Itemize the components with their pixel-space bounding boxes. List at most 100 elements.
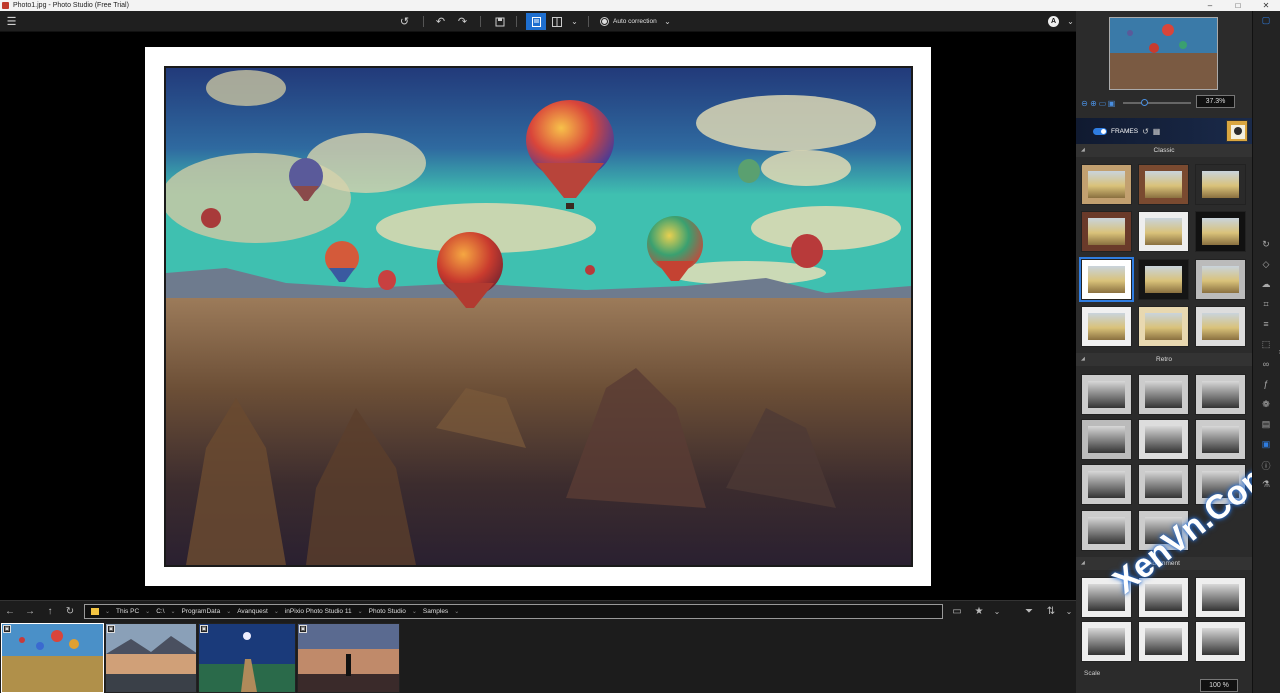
crop-icon[interactable]: ⌗ <box>1258 299 1274 310</box>
auto-correction-chevron-icon[interactable]: ⌄ <box>659 13 676 30</box>
thumbnail-balloons[interactable]: ▣ <box>1 623 104 693</box>
breadcrumb-item[interactable]: This PC <box>116 608 139 615</box>
frame-thumb[interactable] <box>1195 164 1246 205</box>
breadcrumb-item[interactable]: Photo Studio <box>369 608 406 615</box>
frame-thumb[interactable] <box>1195 464 1246 505</box>
bokeh-icon[interactable]: ❁ <box>1258 399 1274 410</box>
frame-thumb[interactable] <box>1081 306 1132 347</box>
maximize-button[interactable]: □ <box>1224 0 1252 11</box>
favorites-star-icon[interactable]: ★ <box>972 605 986 618</box>
frame-thumb[interactable] <box>1138 419 1189 460</box>
frames-tool-icon[interactable]: ▢ <box>1258 15 1274 26</box>
frame-active-icon[interactable]: ▣ <box>1258 439 1274 450</box>
frame-thumb[interactable] <box>1081 419 1132 460</box>
editing-canvas[interactable] <box>0 32 1076 600</box>
browser-toolbar: ← → ↑ ↻ ⌄ This PC ⌄ C:\ ⌄ ProgramData ⌄ … <box>0 601 1076 622</box>
user-account-button[interactable]: A <box>1045 13 1062 30</box>
frames-toggle[interactable] <box>1093 127 1107 135</box>
menu-icon[interactable]: ☰ <box>3 13 20 30</box>
zoom-value-field[interactable]: 37.3% <box>1196 95 1235 108</box>
frame-thumb[interactable] <box>1138 577 1189 618</box>
lab-icon[interactable]: ⚗ <box>1258 479 1274 490</box>
frame-thumb[interactable] <box>1081 464 1132 505</box>
section-classic-header[interactable]: ◢ Classic <box>1076 144 1252 157</box>
breadcrumb-item[interactable]: Avanquest <box>237 608 268 615</box>
zoom-slider-handle[interactable] <box>1141 99 1148 106</box>
rotate-icon[interactable]: ↻ <box>1258 239 1274 250</box>
title-bar: Photo1.jpg - Photo Studio (Free Trial) –… <box>0 0 1280 11</box>
sort-chevron-icon[interactable]: ⌄ <box>1062 605 1076 618</box>
actual-size-icon[interactable]: ▣ <box>1107 99 1116 108</box>
frame-thumb[interactable] <box>1081 164 1132 205</box>
breadcrumb-item[interactable]: C:\ <box>156 608 164 615</box>
fit-to-screen-icon[interactable]: ▭ <box>1098 99 1107 108</box>
grid-icon[interactable]: ▦ <box>1153 127 1161 136</box>
frame-thumb[interactable] <box>1138 211 1189 252</box>
frame-thumb[interactable] <box>1195 211 1246 252</box>
open-folder-icon[interactable]: ▭ <box>950 605 964 618</box>
section-retro-header[interactable]: ◢ Retro <box>1076 353 1252 366</box>
undo-icon[interactable]: ↶ <box>432 13 449 30</box>
main-photo[interactable] <box>164 66 913 567</box>
save-icon[interactable] <box>491 13 508 30</box>
eraser-icon[interactable]: ◇ <box>1258 259 1274 270</box>
breadcrumb[interactable]: ⌄ This PC ⌄ C:\ ⌄ ProgramData ⌄ Avanques… <box>84 604 943 619</box>
breadcrumb-item[interactable]: ProgramData <box>182 608 221 615</box>
frame-thumb[interactable] <box>1195 621 1246 662</box>
thumbnail-silhouette-sunset[interactable]: ▣ <box>297 623 400 693</box>
frame-thumb[interactable] <box>1138 306 1189 347</box>
zoom-out-icon[interactable]: ⊖ <box>1080 99 1089 108</box>
zoom-slider[interactable] <box>1123 99 1191 106</box>
undo-all-icon[interactable]: ↺ <box>396 13 413 30</box>
glasses-icon[interactable]: ∞ <box>1258 359 1274 369</box>
frame-thumb[interactable] <box>1138 374 1189 415</box>
filter-icon[interactable]: ⏷ <box>1022 605 1036 618</box>
forward-arrow-icon[interactable]: → <box>23 605 37 618</box>
view-dropdown-chevron-icon[interactable]: ⌄ <box>566 13 583 30</box>
refresh-icon[interactable]: ↻ <box>63 605 77 618</box>
single-view-button[interactable] <box>526 13 546 30</box>
frame-thumb[interactable] <box>1195 374 1246 415</box>
compare-view-button[interactable] <box>548 13 565 30</box>
frame-thumb[interactable] <box>1195 577 1246 618</box>
texture-icon[interactable]: ▤ <box>1258 419 1274 430</box>
adjust-icon[interactable]: ≡ <box>1258 319 1274 329</box>
minimize-button[interactable]: – <box>1196 0 1224 11</box>
close-button[interactable]: ✕ <box>1252 0 1280 11</box>
section-adornment-header[interactable]: ◢ Adornment <box>1076 557 1252 570</box>
auto-correction-toggle[interactable]: Auto correction <box>600 13 657 30</box>
toolbar-separator <box>480 16 481 27</box>
effects-icon[interactable]: ƒ <box>1258 379 1274 389</box>
expand-chevron-icon[interactable]: › <box>1272 347 1280 356</box>
frame-thumb[interactable] <box>1195 306 1246 347</box>
frame-thumb[interactable] <box>1195 419 1246 460</box>
frame-thumb[interactable] <box>1138 621 1189 662</box>
frame-thumb[interactable] <box>1081 374 1132 415</box>
frame-thumb[interactable] <box>1081 621 1132 662</box>
thumbnail-lake-mountains[interactable]: ▣ <box>105 623 197 693</box>
breadcrumb-item[interactable]: Samples <box>423 608 448 615</box>
zoom-in-icon[interactable]: ⊕ <box>1089 99 1098 108</box>
thumbnail-pier-night[interactable]: ▣ <box>198 623 296 693</box>
favorites-chevron-icon[interactable]: ⌄ <box>990 605 1004 618</box>
scale-value-field[interactable]: 100 % <box>1200 679 1238 692</box>
redo-icon[interactable]: ↷ <box>454 13 471 30</box>
frame-thumb[interactable] <box>1081 577 1132 618</box>
frame-thumb[interactable] <box>1138 259 1189 300</box>
reset-icon[interactable]: ↺ <box>1142 127 1149 136</box>
frame-thumb-selected[interactable] <box>1079 257 1134 302</box>
sort-icon[interactable]: ⇅ <box>1044 605 1058 618</box>
breadcrumb-item[interactable]: inPixio Photo Studio 11 <box>285 608 352 615</box>
frame-thumb[interactable] <box>1195 259 1246 300</box>
frame-thumb[interactable] <box>1081 211 1132 252</box>
up-arrow-icon[interactable]: ↑ <box>43 605 57 618</box>
frame-thumb[interactable] <box>1138 510 1189 551</box>
frame-thumb[interactable] <box>1081 510 1132 551</box>
back-arrow-icon[interactable]: ← <box>3 605 17 618</box>
scale-label: Scale <box>1084 670 1101 677</box>
info-icon[interactable]: ⓘ <box>1258 459 1274 472</box>
frame-thumb[interactable] <box>1138 464 1189 505</box>
sky-icon[interactable]: ☁ <box>1258 279 1274 290</box>
frame-thumb[interactable] <box>1138 164 1189 205</box>
navigator-thumbnail[interactable] <box>1109 17 1218 90</box>
